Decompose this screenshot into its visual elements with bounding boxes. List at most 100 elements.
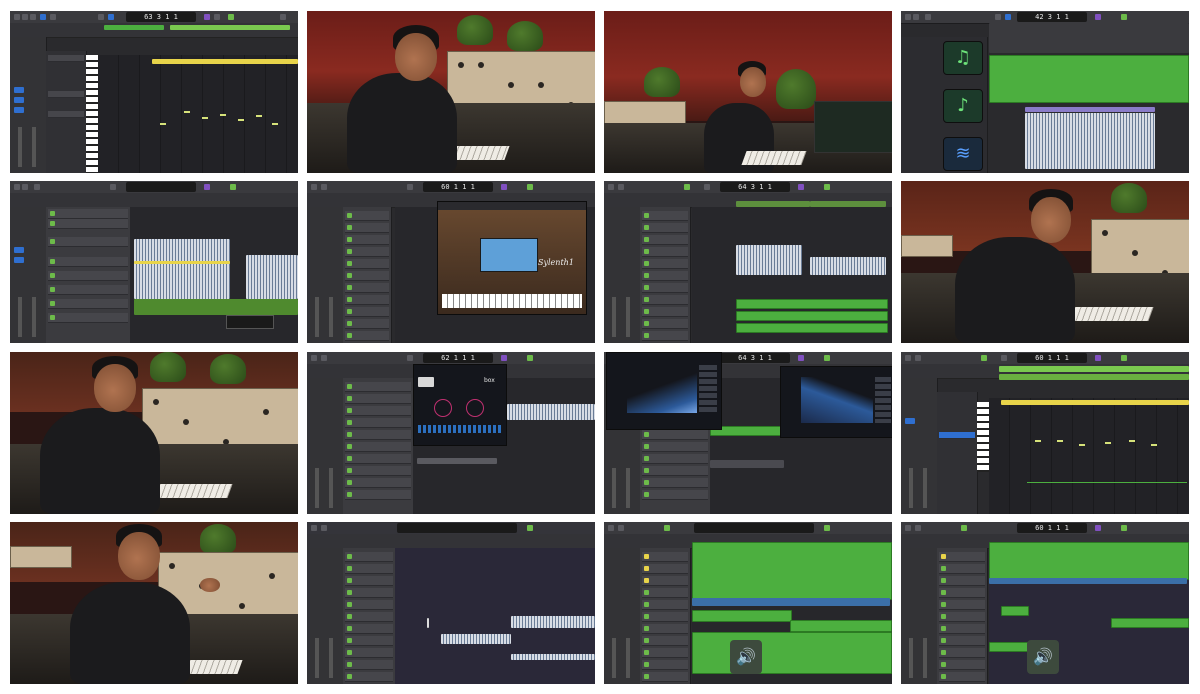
bass-region[interactable] <box>736 323 888 333</box>
plant <box>507 21 543 51</box>
eq-plugin-window[interactable] <box>606 352 722 430</box>
synth-display[interactable] <box>480 238 538 272</box>
audio-region[interactable] <box>1025 113 1155 169</box>
drum-region[interactable] <box>134 239 230 299</box>
track-list <box>343 207 392 343</box>
drum-region[interactable] <box>246 255 298 299</box>
synth-logo: Sylenth1 <box>538 258 574 267</box>
inspector <box>10 207 47 343</box>
compressor-curve-display <box>801 377 873 423</box>
producer-face <box>94 364 136 412</box>
piano-roll-grid[interactable] <box>98 55 298 173</box>
lcd-display[interactable] <box>694 523 814 533</box>
waveform-icon: ≋ <box>943 137 983 171</box>
drum-region[interactable] <box>736 245 802 275</box>
lcd-display[interactable] <box>126 182 196 192</box>
piano-roll-inspector <box>46 51 87 173</box>
speaker-icon: 🔊 <box>1027 640 1059 674</box>
screenshot-tile-15: 🔊 <box>604 522 892 684</box>
midi-region[interactable] <box>692 542 892 600</box>
drum-region[interactable] <box>441 634 511 644</box>
plant <box>210 354 246 384</box>
video-frame-9 <box>10 352 298 514</box>
screenshot-tile-5 <box>10 181 298 343</box>
inspector <box>307 378 344 514</box>
midi-region[interactable] <box>989 642 1031 652</box>
midi-region[interactable] <box>989 55 1189 103</box>
lcd-display[interactable]: 64 3 1 1 <box>720 182 790 192</box>
inspector <box>604 207 641 343</box>
screenshot-tile-1: 63 3 1 1 <box>10 11 298 173</box>
midi-region[interactable] <box>710 460 784 468</box>
producer <box>347 73 457 173</box>
plant <box>776 69 816 109</box>
producer <box>70 582 190 684</box>
outboard-rack <box>10 546 72 568</box>
inspector <box>604 548 641 684</box>
midi-region[interactable] <box>1001 606 1029 616</box>
screenshot-tile-16: 60 1 1 1 🔊 <box>901 522 1189 684</box>
screenshot-tile-12: 60 1 1 1 <box>901 352 1189 514</box>
midi-region[interactable] <box>692 610 792 622</box>
screenshot-tile-6: 60 1 1 1 Sylenth1 <box>307 181 595 343</box>
region-marker[interactable] <box>134 261 230 264</box>
region-bar[interactable] <box>104 25 164 30</box>
producer-face <box>395 33 437 81</box>
region-header[interactable] <box>152 59 298 64</box>
compressor-plugin-window[interactable] <box>780 366 892 438</box>
bass-region[interactable] <box>736 299 888 309</box>
screenshot-tile-11: 64 3 1 1 <box>604 352 892 514</box>
lcd-display[interactable]: 60 1 1 1 <box>1017 353 1087 363</box>
track-list <box>937 548 988 684</box>
midi-region[interactable] <box>417 458 497 464</box>
midi-region[interactable] <box>999 366 1189 372</box>
lcd-display[interactable] <box>397 523 517 533</box>
audio-region[interactable] <box>989 578 1187 584</box>
midi-region[interactable] <box>989 23 1189 53</box>
eq-curve-display <box>627 365 697 413</box>
plugin-logo: box <box>484 377 495 384</box>
drum-region[interactable] <box>810 257 886 275</box>
drum-region[interactable] <box>511 654 595 660</box>
plant <box>457 15 493 45</box>
bass-region[interactable] <box>134 299 298 315</box>
midi-region[interactable] <box>736 201 810 207</box>
monitor-screen <box>814 101 892 153</box>
midi-region[interactable] <box>1111 618 1189 628</box>
lcd-display[interactable]: 62 1 1 1 <box>423 353 493 363</box>
audio-region-header[interactable] <box>1025 107 1155 112</box>
screenshot-tile-10: 62 1 1 1 box <box>307 352 595 514</box>
automation-point[interactable] <box>427 618 429 628</box>
lcd-display[interactable]: 60 1 1 1 <box>1017 523 1087 533</box>
track-header-bar <box>307 534 595 549</box>
track-list <box>343 378 414 514</box>
midi-region[interactable] <box>790 620 892 632</box>
lcd-display[interactable]: 64 3 1 1 <box>720 353 790 363</box>
region-header[interactable] <box>1001 400 1189 405</box>
bass-region[interactable] <box>736 311 888 321</box>
drum-region[interactable] <box>511 616 595 628</box>
midi-region[interactable] <box>692 632 892 674</box>
midi-region[interactable] <box>810 201 886 207</box>
piano-roll-grid[interactable] <box>989 398 1189 514</box>
music-note-icon: ♪ <box>943 89 983 123</box>
producer-face <box>118 532 160 580</box>
drum-plugin-window[interactable]: box <box>413 364 507 446</box>
lcd-display[interactable]: 42 3 1 1 <box>1017 12 1087 22</box>
midi-region[interactable] <box>989 542 1189 580</box>
drum-region[interactable] <box>507 404 595 420</box>
audio-region[interactable] <box>692 598 890 606</box>
keyboard <box>741 151 807 165</box>
synth-plugin-window[interactable]: Sylenth1 <box>437 201 587 315</box>
track-header-bar <box>10 193 298 208</box>
track-list <box>343 548 396 684</box>
video-frame-2 <box>307 11 595 173</box>
region-bar[interactable] <box>170 25 290 30</box>
midi-region[interactable] <box>999 374 1189 380</box>
lcd-display[interactable]: 63 3 1 1 <box>126 12 196 22</box>
synth-keyboard[interactable] <box>442 294 582 308</box>
producer-face <box>740 67 766 97</box>
lcd-display[interactable]: 60 1 1 1 <box>423 182 493 192</box>
outboard-rack <box>901 235 953 257</box>
video-frame-3 <box>604 11 892 173</box>
